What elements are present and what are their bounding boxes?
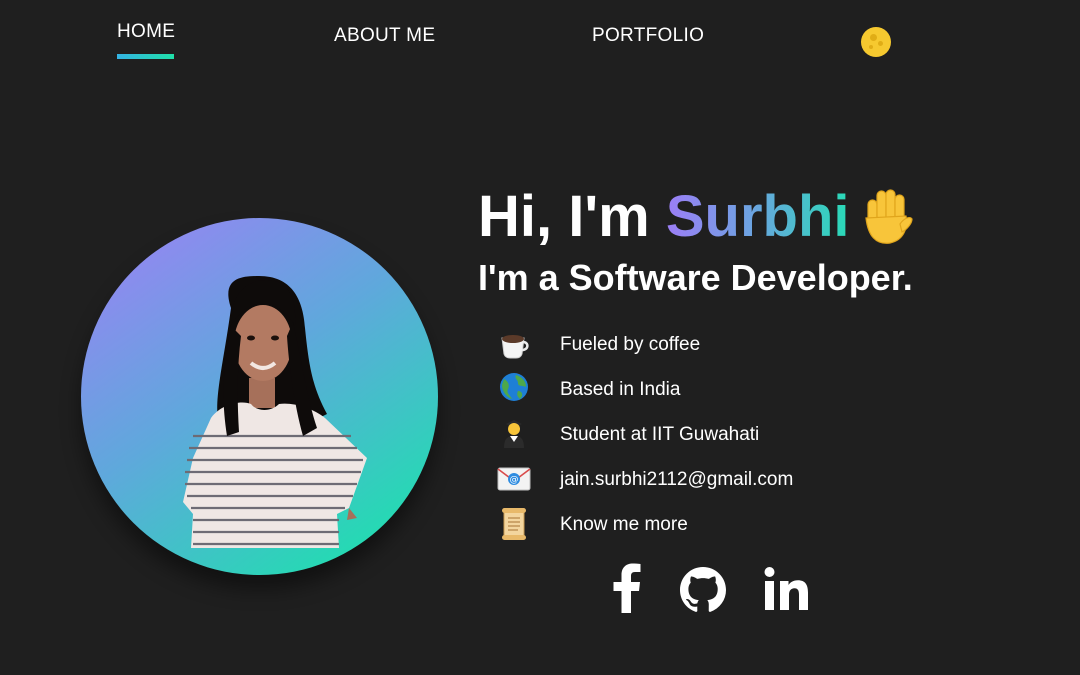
greeting-prefix: Hi, I'm bbox=[478, 184, 666, 249]
envelope-icon: @ bbox=[496, 461, 532, 497]
linkedin-icon[interactable] bbox=[763, 566, 809, 616]
scroll-icon bbox=[496, 506, 532, 542]
svg-text:@: @ bbox=[510, 475, 519, 485]
waving-hand-icon bbox=[860, 188, 914, 262]
info-item-more: Know me more bbox=[496, 506, 896, 542]
info-item-coffee: Fueled by coffee bbox=[496, 326, 896, 362]
nav-active-underline bbox=[117, 54, 174, 59]
hero-greeting: Hi, I'm Surbhi bbox=[478, 182, 914, 262]
info-item-email: @ jain.surbhi2112@gmail.com bbox=[496, 461, 896, 497]
globe-icon bbox=[496, 371, 532, 407]
email-link[interactable]: jain.surbhi2112@gmail.com bbox=[560, 469, 793, 491]
coffee-cup-icon bbox=[496, 326, 532, 362]
facebook-icon[interactable] bbox=[612, 563, 642, 618]
info-item-education: Student at IIT Guwahati bbox=[496, 416, 896, 452]
info-label: Fueled by coffee bbox=[560, 334, 701, 355]
hero-name: Surbhi bbox=[665, 184, 850, 249]
nav-home-link[interactable]: HOME bbox=[117, 21, 175, 43]
info-label: Based in India bbox=[560, 379, 681, 400]
profile-photo bbox=[183, 276, 367, 548]
know-me-more-link[interactable]: Know me more bbox=[560, 514, 688, 536]
student-icon bbox=[496, 416, 532, 452]
moon-icon[interactable] bbox=[861, 27, 891, 57]
nav-portfolio-link[interactable]: PORTFOLIO bbox=[592, 25, 704, 47]
github-icon[interactable] bbox=[680, 567, 726, 618]
profile-avatar bbox=[81, 218, 438, 575]
info-label: Student at IIT Guwahati bbox=[560, 424, 760, 445]
info-item-location: Based in India bbox=[496, 371, 896, 407]
nav-about-link[interactable]: ABOUT ME bbox=[334, 25, 435, 47]
hero-role: I'm a Software Developer. bbox=[478, 257, 913, 298]
top-nav: HOME ABOUT ME PORTFOLIO bbox=[0, 0, 1080, 70]
